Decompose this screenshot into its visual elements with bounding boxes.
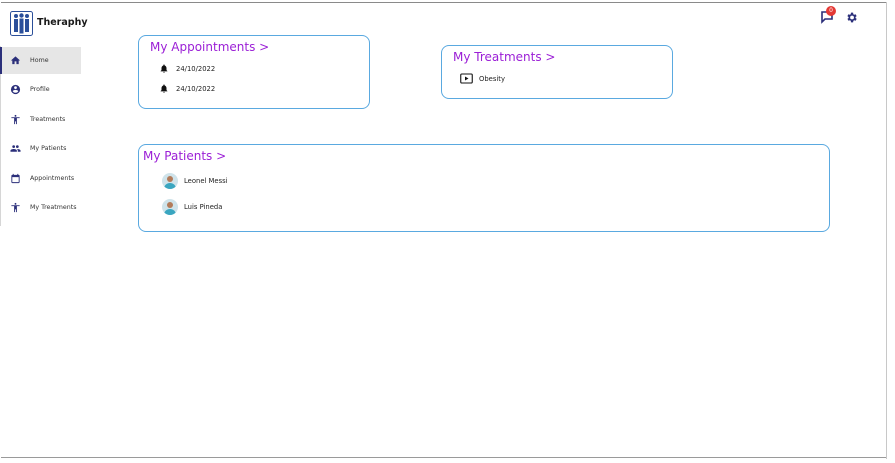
appointment-item[interactable]: 24/10/2022 bbox=[159, 83, 215, 94]
accessibility-icon bbox=[11, 114, 20, 125]
sidebar-item-label: My Patients bbox=[30, 145, 67, 152]
sidebar-item-appointments[interactable]: Appointments bbox=[0, 165, 81, 192]
treatments-card-title[interactable]: My Treatments > bbox=[453, 50, 555, 64]
sidebar-item-label: Treatments bbox=[30, 116, 66, 123]
bell-icon bbox=[160, 84, 168, 93]
video-play-icon bbox=[460, 73, 473, 84]
people-icon bbox=[10, 145, 21, 152]
accessibility-icon bbox=[11, 202, 20, 213]
home-icon bbox=[10, 56, 21, 65]
appointment-date: 24/10/2022 bbox=[176, 64, 216, 73]
treatment-name: Obesity bbox=[479, 74, 505, 83]
sidebar-item-label: Appointments bbox=[30, 175, 75, 182]
appointments-card: My Appointments > 24/10/2022 24/10/2022 bbox=[138, 35, 370, 109]
patient-name: Luis Pineda bbox=[184, 203, 223, 211]
frame-edge bbox=[886, 2, 887, 459]
account-circle-icon bbox=[10, 84, 21, 95]
patient-item[interactable]: Leonel Messi bbox=[162, 173, 228, 189]
sidebar-item-my-treatments[interactable]: My Treatments bbox=[0, 194, 81, 221]
sidebar-item-my-patients[interactable]: My Patients bbox=[0, 135, 81, 162]
patient-name: Leonel Messi bbox=[184, 177, 228, 185]
treatments-card: My Treatments > Obesity bbox=[441, 45, 673, 99]
sidebar-item-label: Profile bbox=[30, 86, 50, 93]
appointment-date: 24/10/2022 bbox=[176, 84, 216, 93]
sidebar-item-label: Home bbox=[30, 57, 49, 64]
treatment-item[interactable]: Obesity bbox=[460, 73, 505, 84]
sidebar-item-label: My Treatments bbox=[30, 204, 77, 211]
settings-gear-icon[interactable] bbox=[845, 11, 858, 24]
patient-item[interactable]: Luis Pineda bbox=[162, 199, 222, 215]
calendar-icon bbox=[11, 173, 20, 184]
patients-card-title[interactable]: My Patients > bbox=[143, 149, 226, 163]
bell-icon bbox=[160, 64, 168, 73]
sidebar-item-treatments[interactable]: Treatments bbox=[0, 106, 81, 133]
patient-avatar bbox=[162, 199, 178, 215]
patient-avatar bbox=[162, 173, 178, 189]
notification-badge: 0 bbox=[826, 6, 836, 16]
patients-card: My Patients > Leonel Messi Luis Pineda bbox=[138, 144, 830, 232]
app-brand-name: Theraphy bbox=[37, 17, 88, 28]
theraphy-logo-icon bbox=[10, 11, 33, 36]
appointments-card-title[interactable]: My Appointments > bbox=[150, 40, 269, 54]
sidebar-item-home[interactable]: Home bbox=[0, 47, 81, 74]
appointment-item[interactable]: 24/10/2022 bbox=[159, 63, 215, 74]
sidebar-item-profile[interactable]: Profile bbox=[0, 76, 81, 103]
